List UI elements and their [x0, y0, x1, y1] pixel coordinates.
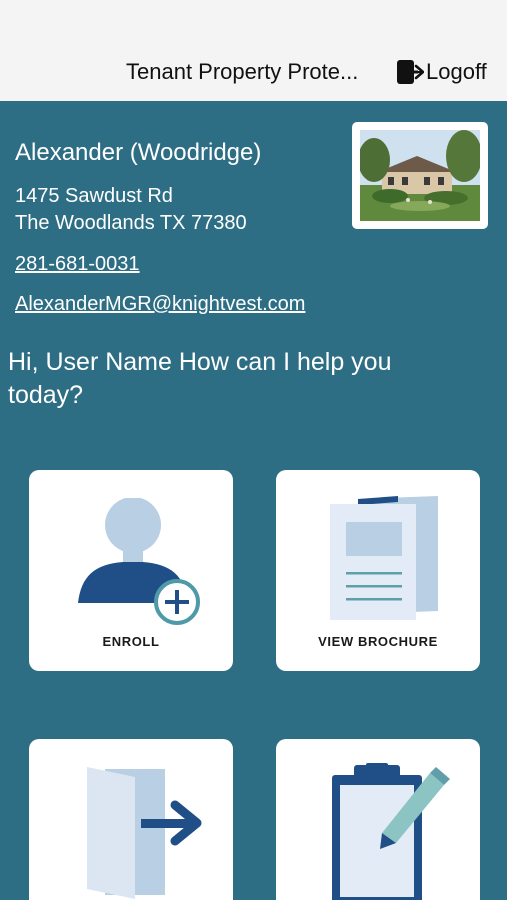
address-line-2: The Woodlands TX 77380 — [15, 212, 247, 234]
exit-door-arrow-icon — [87, 767, 202, 899]
view-brochure-label: VIEW BROCHURE — [318, 634, 438, 649]
greeting-text: Hi, User Name How can I help you today? — [8, 348, 392, 409]
enroll-tile[interactable]: ENROLL — [29, 470, 233, 671]
brochure-icon — [330, 496, 438, 620]
clipboard-tile[interactable] — [276, 739, 480, 900]
top-bar: Tenant Property Prote... Logoff — [0, 0, 507, 101]
property-name: Alexander (Woodridge) — [15, 139, 262, 166]
property-photo — [352, 122, 488, 229]
logoff-label: Logoff — [426, 59, 487, 84]
email-link[interactable]: AlexanderMGR@knightvest.com — [15, 293, 305, 316]
app-title: Tenant Property Prote... — [126, 59, 359, 84]
logoff-button[interactable]: Logoff — [396, 58, 487, 86]
clipboard-pen-icon — [332, 763, 450, 900]
phone-link[interactable]: 281-681-0031 — [15, 253, 140, 276]
address-line-1: 1475 Sawdust Rd — [15, 185, 173, 207]
property-photo-image — [360, 130, 480, 221]
exit-tile[interactable] — [29, 739, 233, 900]
logout-icon — [397, 60, 424, 84]
view-brochure-tile[interactable]: VIEW BROCHURE — [276, 470, 480, 671]
enroll-label: ENROLL — [102, 634, 160, 649]
enroll-person-plus-icon — [78, 498, 200, 625]
